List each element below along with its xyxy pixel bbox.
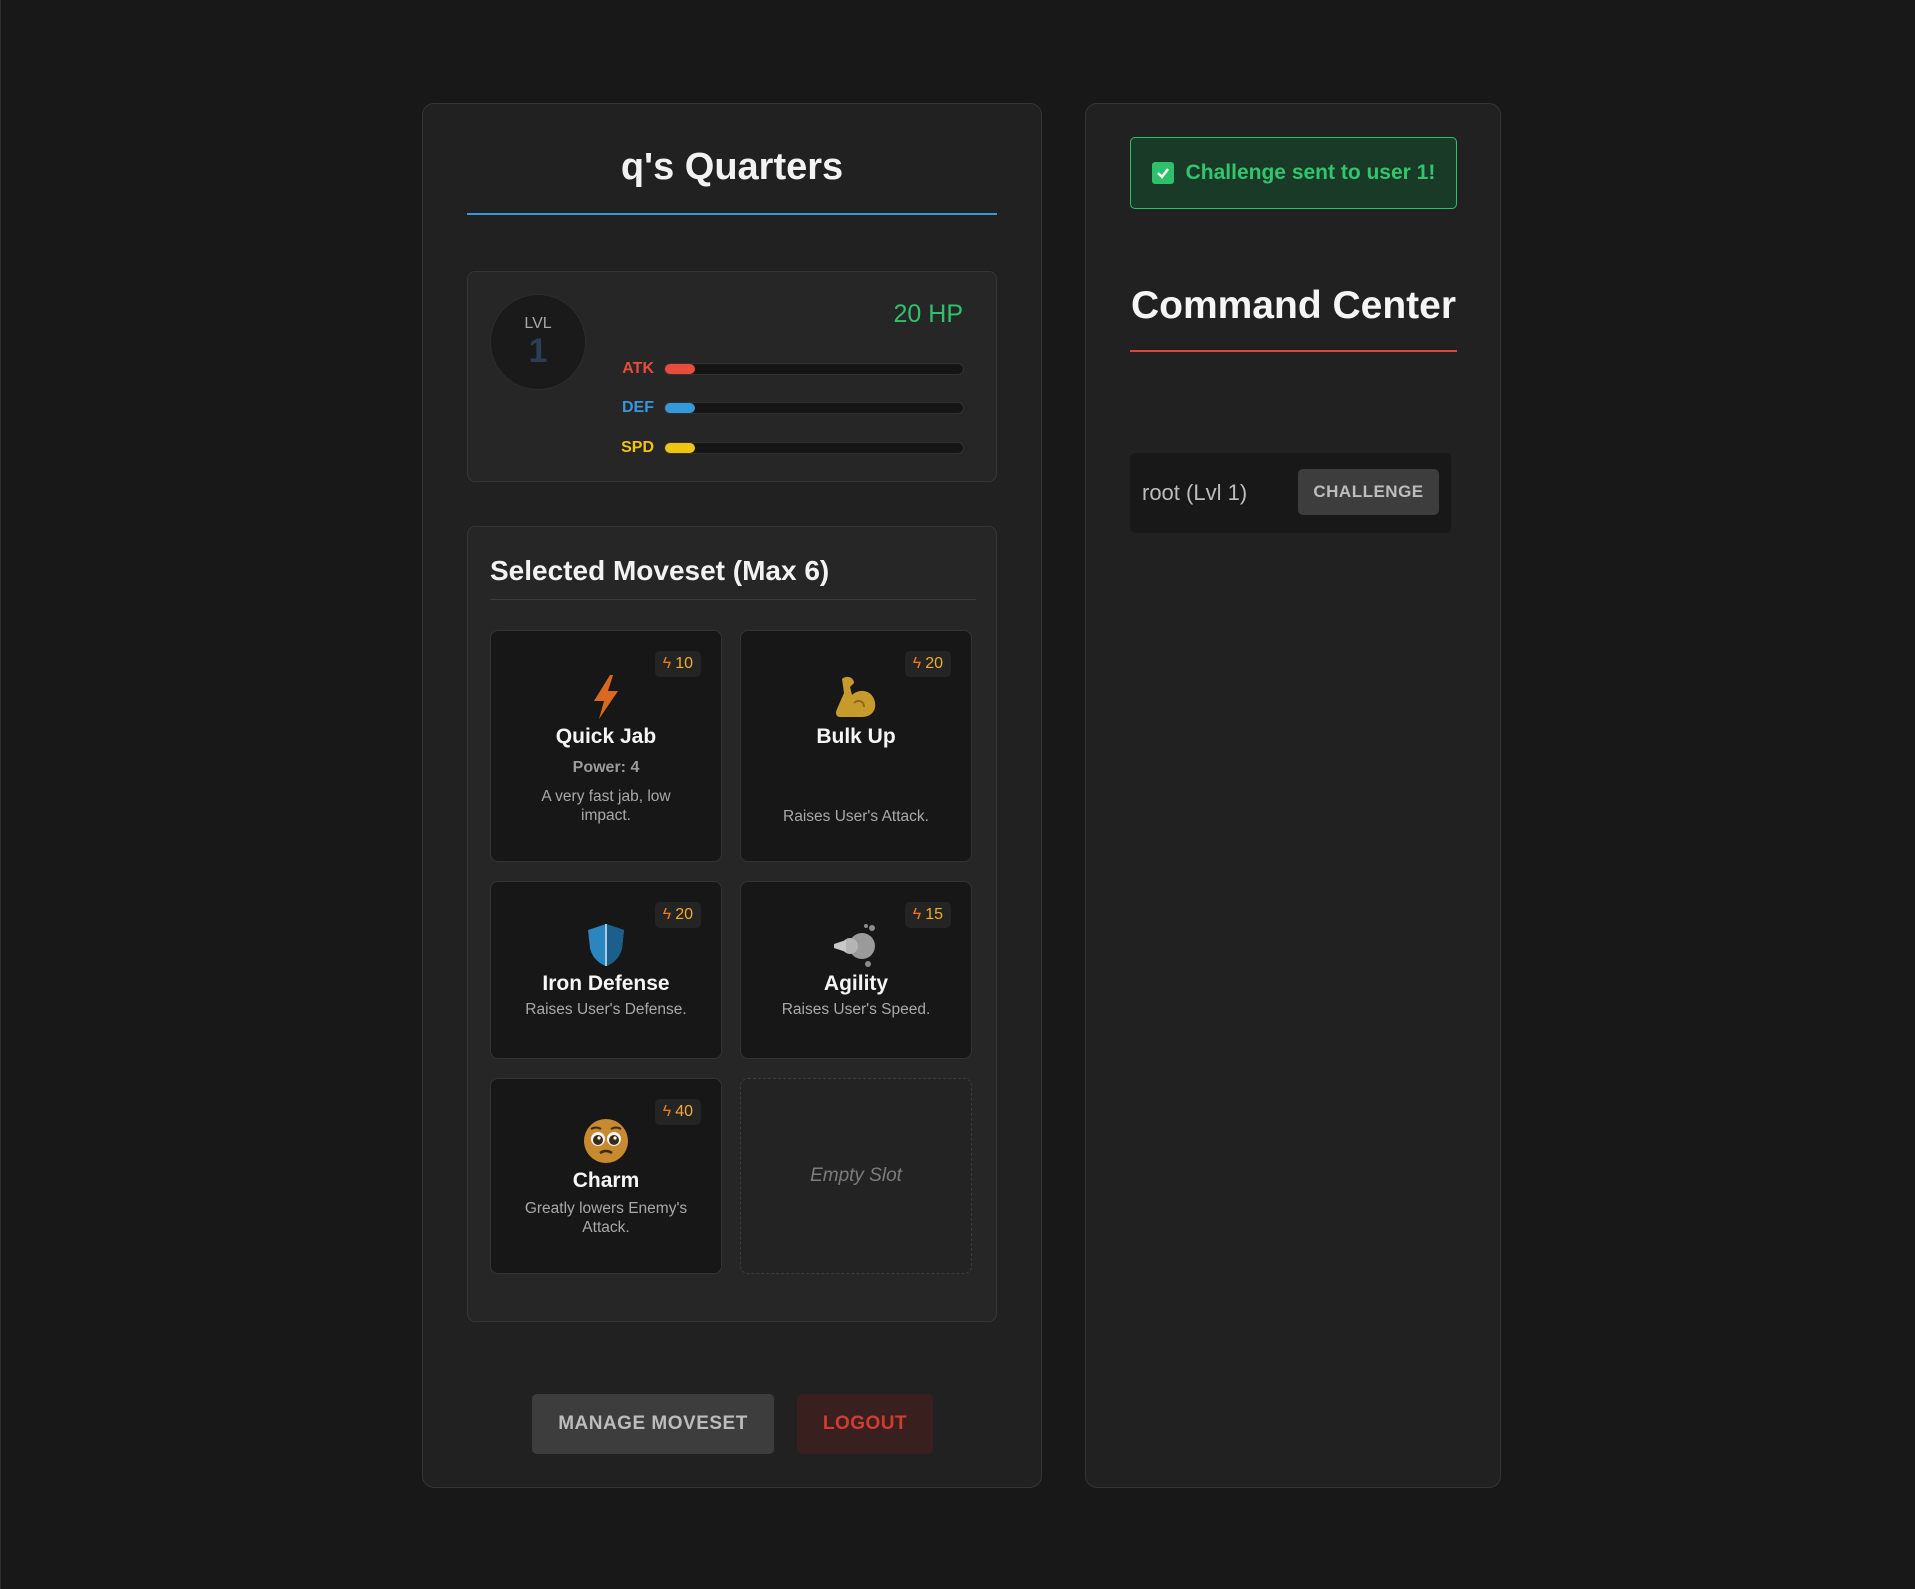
command-center-title: Command Center [1130, 284, 1457, 352]
user-name: root (Lvl 1) [1142, 480, 1248, 505]
move-card-iron-defense[interactable]: ϟ 20 Iron Defense Raises User's Defense. [490, 881, 722, 1059]
quarters-panel: q's Quarters LVL 1 20 HP ATK DEF SPD Sel… [422, 103, 1042, 1488]
level-badge: LVL 1 [490, 294, 586, 390]
move-power: Power: 4 [572, 759, 640, 776]
move-name: Bulk Up [816, 725, 896, 748]
hp-value: 20 HP [893, 300, 963, 328]
moveset-card: Selected Moveset (Max 6) ϟ 10 Quick Jab P… [467, 526, 997, 1322]
checkmark-icon [1151, 162, 1174, 184]
energy-cost-badge: ϟ 40 [654, 1099, 701, 1125]
bolt-icon: ϟ [662, 655, 672, 672]
move-description: Raises User's Speed. [781, 1001, 931, 1018]
pleading-face-icon [584, 1119, 628, 1163]
stat-label: ATK [622, 360, 654, 377]
shield-icon [588, 924, 624, 966]
level-label: LVL [524, 315, 552, 332]
move-description: Raises User's Attack. [783, 808, 929, 825]
stat-bar [664, 402, 964, 414]
toast-message: Challenge sent to user 1! [1185, 161, 1436, 184]
move-name: Agility [823, 972, 889, 995]
energy-cost-badge: ϟ 20 [904, 651, 951, 677]
user-list-item: root (Lvl 1) CHALLENGE [1130, 453, 1451, 533]
move-card-agility[interactable]: ϟ 15 Agility Raises User's Speed. [740, 881, 972, 1059]
move-card-charm[interactable]: ϟ 40 Charm Greatly lowers Enemy's Attack. [490, 1078, 722, 1274]
manage-moveset-button[interactable]: MANAGE MOVESET [532, 1394, 774, 1454]
energy-cost-badge: ϟ 20 [654, 902, 701, 928]
stat-bar-fill [665, 403, 695, 413]
command-center-panel: Challenge sent to user 1! Command Center… [1085, 103, 1501, 1488]
bolt-icon: ϟ [662, 906, 672, 923]
move-description: Greatly lowers Enemy's Attack. [524, 1200, 688, 1236]
bolt-icon: ϟ [912, 906, 922, 923]
empty-slot-label: Empty Slot [810, 1165, 902, 1186]
flexed-bicep-icon [836, 676, 876, 717]
bolt-icon: ϟ [912, 655, 922, 672]
move-card-quick-jab[interactable]: ϟ 10 Quick Jab Power: 4 A very fast jab, … [490, 630, 722, 862]
logout-button[interactable]: LOGOUT [797, 1394, 933, 1454]
lightning-icon [594, 675, 618, 719]
move-name: Iron Defense [542, 972, 670, 995]
level-value: 1 [528, 332, 548, 370]
move-description: Raises User's Defense. [525, 1001, 687, 1018]
stat-bar [664, 442, 964, 454]
stat-bar-fill [665, 443, 695, 453]
stat-label: DEF [622, 399, 654, 416]
bolt-icon: ϟ [662, 1103, 672, 1120]
stat-label: SPD [621, 439, 654, 456]
stat-def: DEF [618, 398, 968, 418]
move-name: Charm [572, 1169, 640, 1192]
stat-bar-fill [665, 364, 695, 374]
move-description: A very fast jab, low impact. [541, 788, 671, 824]
dash-icon [834, 924, 875, 967]
stat-atk: ATK [618, 359, 968, 379]
moveset-title: Selected Moveset (Max 6) [490, 555, 976, 600]
success-toast: Challenge sent to user 1! [1130, 137, 1457, 209]
empty-move-slot[interactable]: Empty Slot [740, 1078, 972, 1274]
move-name: Quick Jab [555, 725, 657, 748]
energy-cost-badge: ϟ 10 [654, 651, 701, 677]
page-title: q's Quarters [467, 146, 997, 215]
challenge-button[interactable]: CHALLENGE [1298, 469, 1439, 515]
move-card-bulk-up[interactable]: ϟ 20 Bulk Up Raises User's Attack. [740, 630, 972, 862]
energy-cost-badge: ϟ 15 [904, 902, 951, 928]
stats-card: LVL 1 20 HP ATK DEF SPD [467, 271, 997, 482]
stat-bar [664, 363, 964, 375]
stat-spd: SPD [618, 438, 968, 458]
